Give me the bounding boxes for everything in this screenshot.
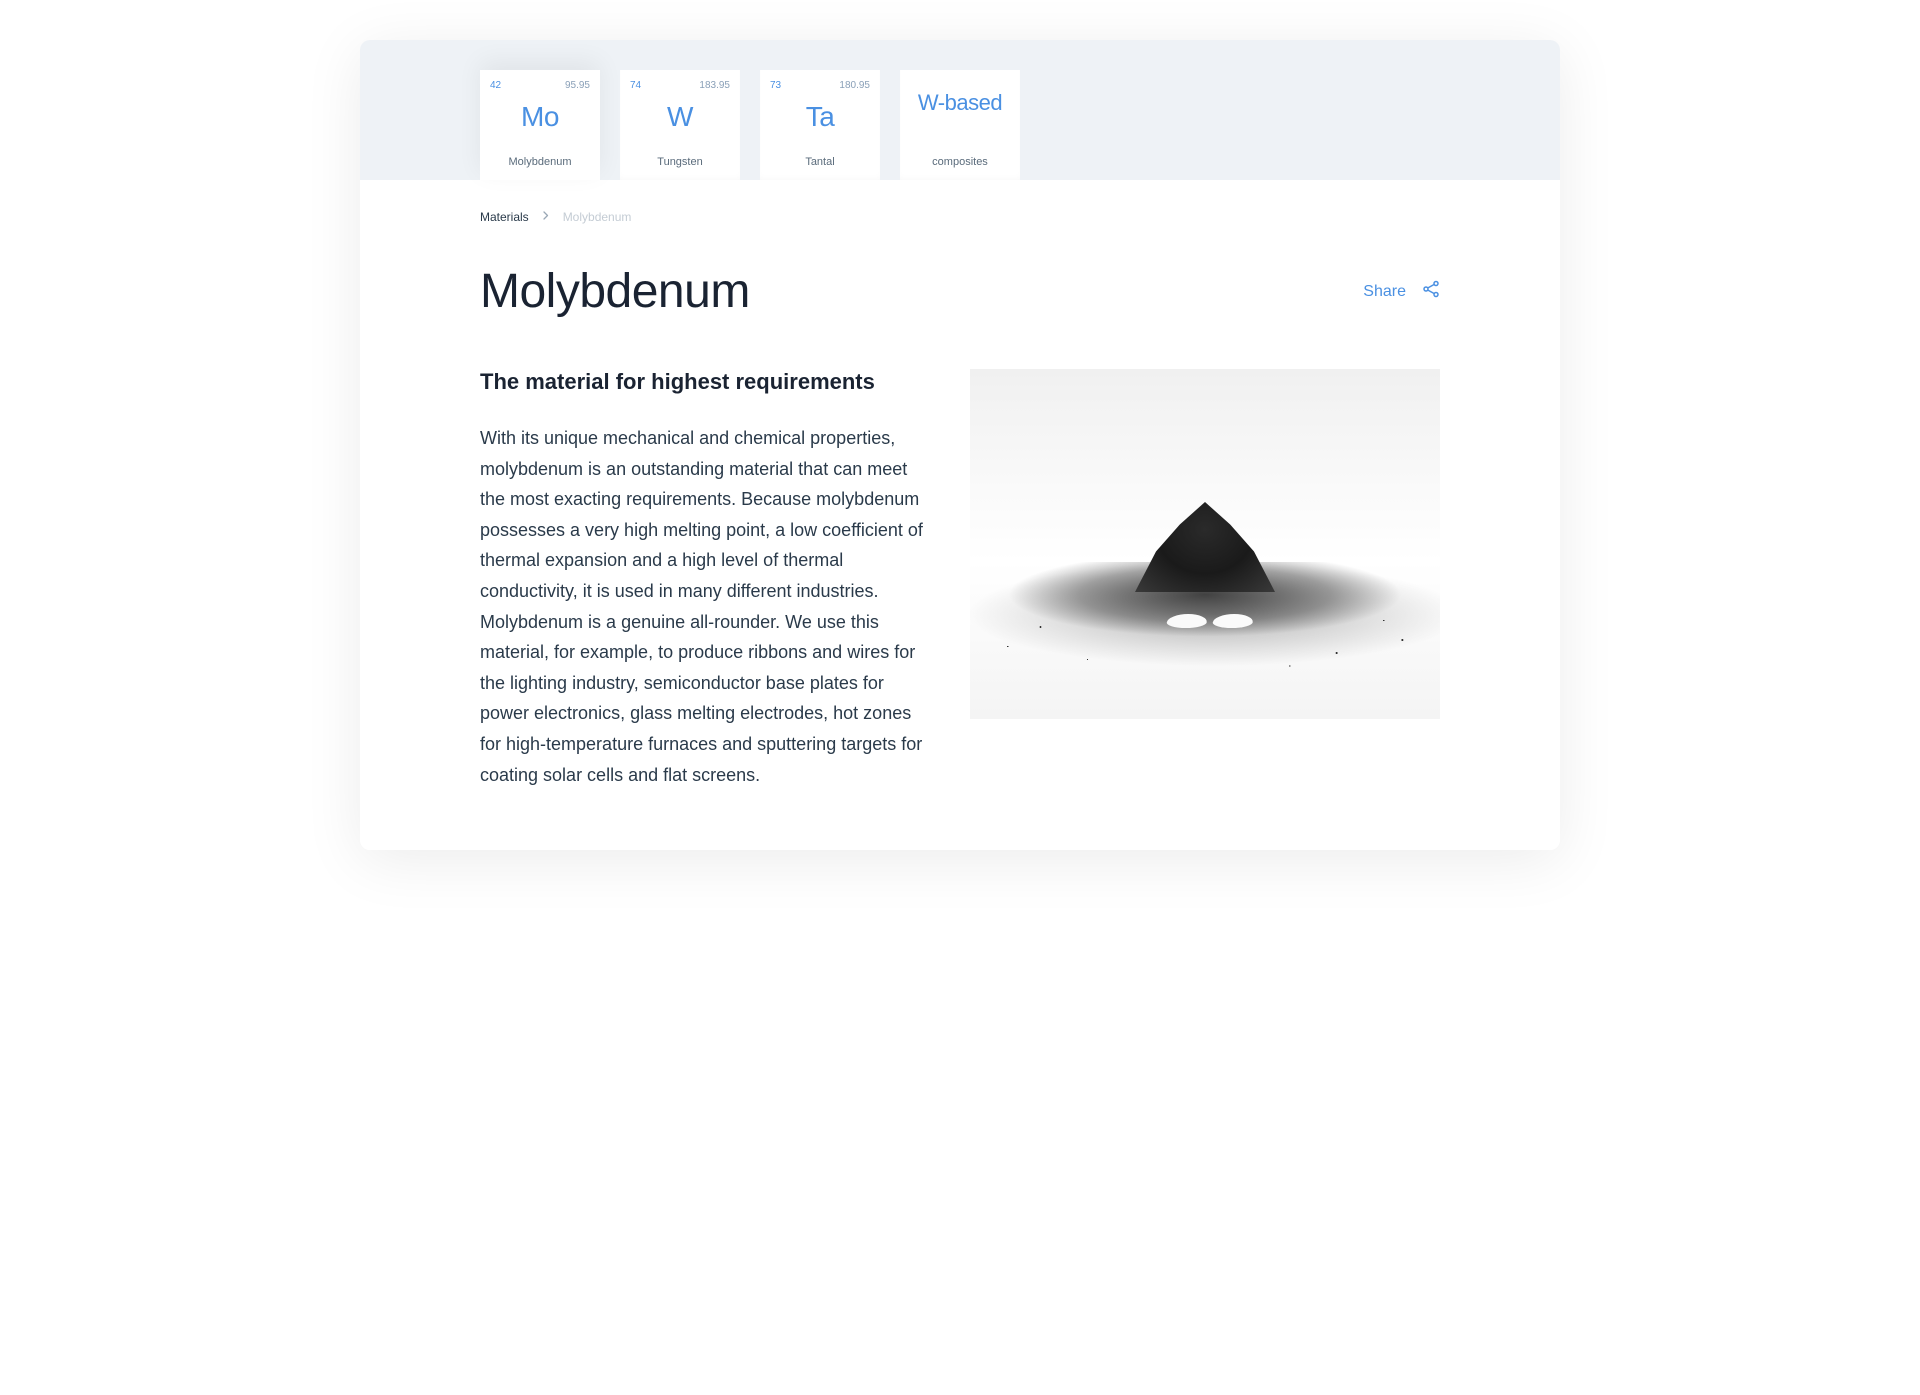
body-columns: The material for highest requirements Wi… <box>480 369 1440 790</box>
tab-meta-row: 42 95.95 <box>490 80 590 91</box>
element-tab-strip: 42 95.95 Mo Molybdenum 74 183.95 W Tungs… <box>360 40 1560 180</box>
image-column <box>970 369 1440 719</box>
element-name: composites <box>932 156 988 168</box>
element-symbol: W <box>667 101 693 133</box>
title-row: Molybdenum Share <box>480 264 1440 319</box>
element-tab-tungsten[interactable]: 74 183.95 W Tungsten <box>620 70 740 180</box>
atomic-mass: 95.95 <box>565 80 590 91</box>
atomic-number: 74 <box>630 80 641 91</box>
breadcrumb-current: Molybdenum <box>563 210 632 224</box>
tab-meta-row: 74 183.95 <box>630 80 730 91</box>
page-title: Molybdenum <box>480 264 750 319</box>
breadcrumb: Materials Molybdenum <box>480 210 1440 224</box>
share-label: Share <box>1363 283 1406 301</box>
element-tab-w-based-composites[interactable]: W-based composites <box>900 70 1020 180</box>
element-symbol: W-based <box>918 90 1002 116</box>
atomic-number: 73 <box>770 80 781 91</box>
element-tab-tantal[interactable]: 73 180.95 Ta Tantal <box>760 70 880 180</box>
content-area: Materials Molybdenum Molybdenum Share <box>360 180 1560 850</box>
text-column: The material for highest requirements Wi… <box>480 369 930 790</box>
element-tab-molybdenum[interactable]: 42 95.95 Mo Molybdenum <box>480 70 600 180</box>
element-name: Tantal <box>805 156 834 168</box>
element-symbol: Mo <box>521 101 559 133</box>
element-name: Molybdenum <box>509 156 572 168</box>
atomic-mass: 183.95 <box>699 80 730 91</box>
material-photo <box>970 369 1440 719</box>
tab-meta-row: 73 180.95 <box>770 80 870 91</box>
atomic-mass: 180.95 <box>839 80 870 91</box>
element-symbol: Ta <box>806 101 835 133</box>
chevron-right-icon <box>543 211 549 223</box>
atomic-number: 42 <box>490 80 501 91</box>
share-button[interactable]: Share <box>1363 280 1440 303</box>
article-subheading: The material for highest requirements <box>480 369 930 395</box>
breadcrumb-parent-link[interactable]: Materials <box>480 210 529 224</box>
element-name: Tungsten <box>657 156 702 168</box>
share-icon <box>1422 280 1440 303</box>
page-card: 42 95.95 Mo Molybdenum 74 183.95 W Tungs… <box>360 40 1560 850</box>
article-body: With its unique mechanical and chemical … <box>480 423 930 790</box>
